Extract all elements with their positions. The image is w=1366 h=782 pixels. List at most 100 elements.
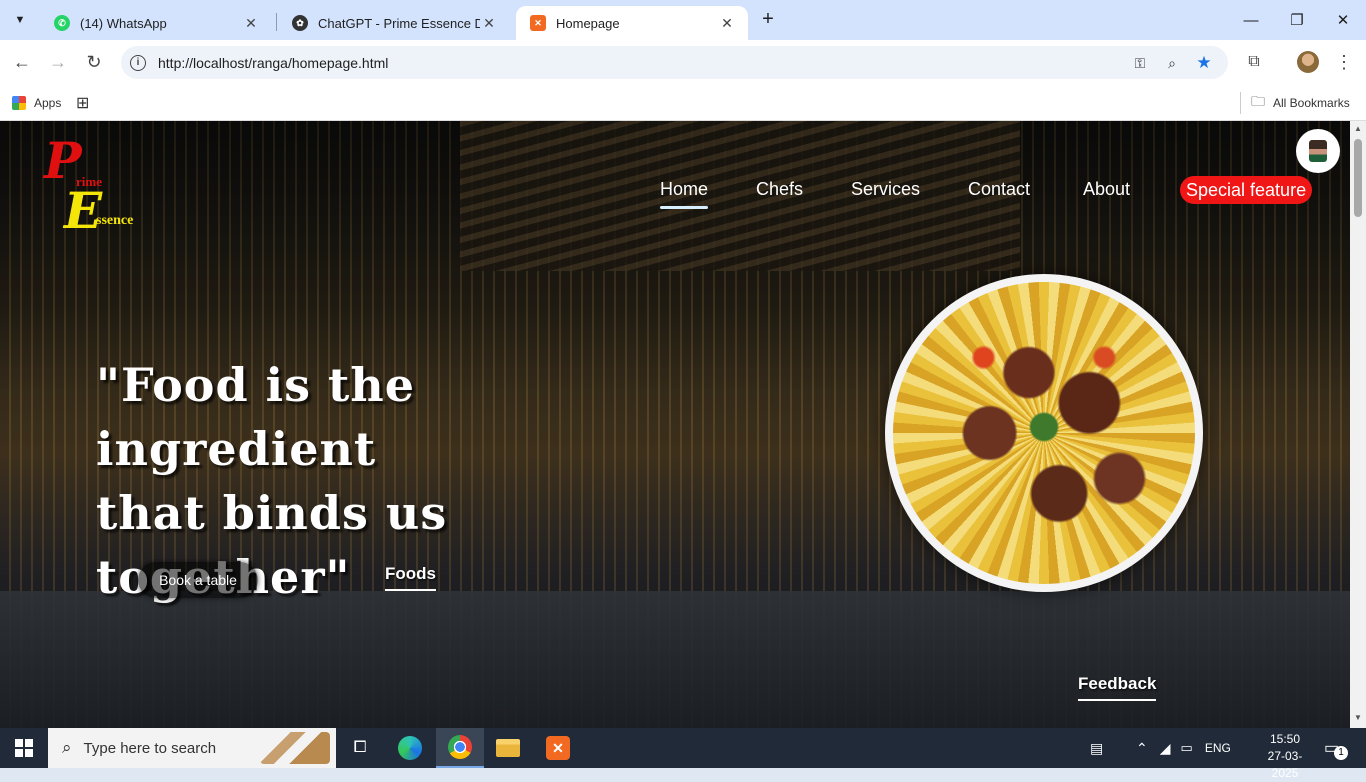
language-indicator[interactable]: ENG	[1205, 741, 1231, 755]
minimize-icon: —	[1243, 11, 1259, 29]
windows-taskbar: ⌕ Type here to search ⧠ ✕ ▤ ⌃ ◢ ▭ ENG 15…	[0, 728, 1366, 780]
search-highlight-icon	[260, 732, 330, 764]
foods-link[interactable]: Foods	[385, 564, 436, 591]
tab-groups-icon: ⊞	[76, 95, 90, 112]
homepage-hero: P rime E ssence Home Chefs Services Cont…	[0, 121, 1350, 728]
arrow-left-icon: ←	[13, 51, 31, 72]
bookmark-label: Apps	[34, 96, 62, 110]
close-icon: ✕	[1336, 12, 1350, 29]
more-vert-icon: ⋮	[1335, 51, 1353, 72]
restore-button[interactable]: ❐	[1274, 0, 1320, 40]
folder-icon	[496, 739, 520, 757]
apps-grid-icon	[12, 96, 26, 110]
close-window-button[interactable]: ✕	[1320, 0, 1366, 40]
extensions-button[interactable]: ⧉	[1240, 48, 1268, 76]
user-avatar[interactable]	[1296, 129, 1340, 173]
zoom-icon[interactable]: ⌕	[1163, 54, 1181, 72]
nav-home[interactable]: Home	[660, 179, 709, 209]
search-icon: ⌕	[62, 738, 72, 757]
menu-button[interactable]: ⋮	[1330, 48, 1358, 76]
back-button[interactable]: ←	[8, 48, 36, 76]
bookmark-star-icon[interactable]: ★	[1195, 53, 1213, 72]
news-widget-icon[interactable]: ▤	[1090, 740, 1114, 757]
biryani-rice	[893, 282, 1195, 584]
network-icon[interactable]: ◢	[1160, 740, 1171, 757]
bookmarks-bar: Apps ⊞ 🗀 All Bookmarks	[0, 85, 1366, 121]
notification-button[interactable]: ▭ 1	[1320, 736, 1350, 762]
logo-text-ssence: ssence	[96, 213, 134, 228]
start-button[interactable]	[0, 728, 48, 768]
tab-chatgpt[interactable]: ✿ ChatGPT - Prime Essence Doc ✕	[278, 6, 510, 40]
chevron-up-icon[interactable]: ⌃	[1136, 740, 1148, 757]
edge-icon	[398, 736, 422, 760]
taskbar-search[interactable]: ⌕ Type here to search	[48, 728, 336, 768]
scroll-down-icon[interactable]: ▼	[1353, 713, 1363, 722]
page-scrollbar[interactable]: ▲ ▼	[1350, 121, 1366, 728]
task-view-button[interactable]: ⧠	[336, 728, 384, 768]
feedback-link[interactable]: Feedback	[1078, 674, 1157, 701]
close-icon[interactable]: ✕	[480, 15, 498, 32]
minimize-button[interactable]: —	[1228, 0, 1274, 40]
reload-icon: ↻	[86, 51, 102, 72]
restore-icon: ❐	[1290, 12, 1304, 29]
prime-essence-logo[interactable]: P rime E ssence	[40, 131, 150, 240]
chatgpt-icon: ✿	[292, 15, 308, 31]
reload-button[interactable]: ↻	[80, 48, 108, 76]
battery-icon[interactable]: ▭	[1181, 740, 1193, 756]
forward-button[interactable]: →	[44, 48, 72, 76]
nav-chefs[interactable]: Chefs	[756, 179, 803, 200]
arrow-right-icon: →	[49, 51, 67, 72]
taskbar-clock[interactable]: 15:50 27-03-2025	[1255, 731, 1315, 782]
bookmark-label: All Bookmarks	[1273, 96, 1350, 110]
nav-contact[interactable]: Contact	[968, 179, 1030, 200]
file-explorer-app[interactable]	[484, 728, 532, 768]
all-bookmarks[interactable]: 🗀 All Bookmarks	[1240, 92, 1350, 114]
close-icon[interactable]: ✕	[718, 15, 736, 32]
notification-count: 1	[1334, 746, 1348, 760]
tab-homepage[interactable]: ✕ Homepage ✕	[516, 6, 748, 40]
nav-special-feature[interactable]: Special feature	[1180, 176, 1313, 204]
puzzle-icon: ⧉	[1248, 53, 1260, 70]
task-view-icon: ⧠	[353, 739, 367, 756]
nav-services[interactable]: Services	[851, 179, 920, 200]
folder-icon: 🗀	[1251, 93, 1265, 109]
edge-app[interactable]	[386, 728, 434, 768]
tab-search-button[interactable]: ▼	[8, 8, 32, 32]
windows-logo-icon	[15, 739, 33, 757]
bookmark-apps[interactable]: Apps	[12, 92, 61, 114]
new-tab-button[interactable]: +	[756, 8, 780, 32]
site-info-icon[interactable]: i	[130, 54, 146, 71]
tab-title: Homepage	[556, 15, 620, 31]
background-ceiling	[460, 121, 1020, 271]
biryani-dish-image	[885, 274, 1203, 592]
user-photo	[1309, 140, 1327, 162]
book-table-button[interactable]: Book a table	[138, 562, 258, 598]
browser-tab-strip: ▼ ✆ (14) WhatsApp ✕ ✿ ChatGPT - Prime Es…	[0, 0, 1366, 40]
whatsapp-icon: ✆	[54, 15, 70, 31]
bookmark-tab-groups[interactable]: ⊞	[76, 92, 89, 114]
quote-line-1: "Food is the ingredient	[96, 358, 415, 476]
close-icon[interactable]: ✕	[242, 15, 260, 32]
chrome-icon	[448, 735, 472, 759]
address-bar[interactable]: i http://localhost/ranga/homepage.html ⚿…	[121, 46, 1228, 79]
plus-icon: +	[762, 8, 774, 30]
background-floor	[0, 591, 1350, 728]
system-tray: ▤ ⌃ ◢ ▭ ENG	[1090, 728, 1231, 768]
tab-title: (14) WhatsApp	[80, 15, 167, 31]
chrome-app[interactable]	[436, 728, 484, 768]
profile-avatar-icon	[1297, 51, 1319, 73]
profile-button[interactable]	[1294, 48, 1322, 76]
tab-whatsapp[interactable]: ✆ (14) WhatsApp ✕	[40, 6, 272, 40]
scrollbar-thumb[interactable]	[1354, 139, 1362, 217]
browser-toolbar: ← → ↻ i http://localhost/ranga/homepage.…	[0, 40, 1366, 85]
clock-date: 27-03-2025	[1267, 749, 1303, 780]
clock-time: 15:50	[1269, 732, 1301, 746]
password-key-icon[interactable]: ⚿	[1131, 54, 1149, 72]
scroll-up-icon[interactable]: ▲	[1353, 124, 1363, 133]
tab-separator	[276, 13, 277, 31]
xampp-icon: ✕	[546, 736, 570, 760]
url-text[interactable]: http://localhost/ranga/homepage.html	[158, 55, 388, 71]
xampp-app[interactable]: ✕	[534, 728, 582, 768]
chevron-down-icon: ▼	[14, 14, 26, 26]
nav-about[interactable]: About	[1083, 179, 1130, 200]
